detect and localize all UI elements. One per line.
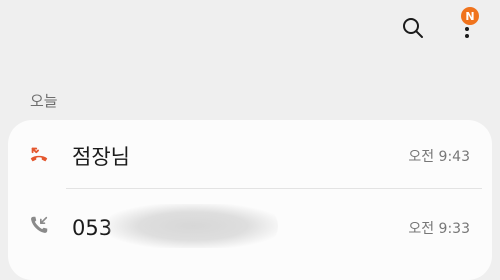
- incoming-call-icon: [31, 216, 48, 233]
- call-time: 오전 9:33: [408, 221, 470, 237]
- call-log-row[interactable]: 점장님 오전 9:43: [8, 120, 492, 188]
- row-divider: [66, 188, 482, 189]
- call-log-card: 점장님 오전 9:43 053 오전 9:33: [8, 120, 492, 280]
- caller-number: 053: [72, 216, 113, 240]
- caller-name: 점장님: [72, 145, 130, 169]
- section-title-today: 오늘: [30, 92, 58, 110]
- notification-badge: N: [461, 7, 479, 25]
- call-time: 오전 9:43: [408, 149, 470, 165]
- redacted-number-blur: [108, 204, 278, 248]
- top-app-bar: N: [0, 0, 500, 60]
- search-icon: [403, 18, 423, 38]
- missed-call-icon: [30, 147, 48, 162]
- search-button[interactable]: [395, 10, 431, 46]
